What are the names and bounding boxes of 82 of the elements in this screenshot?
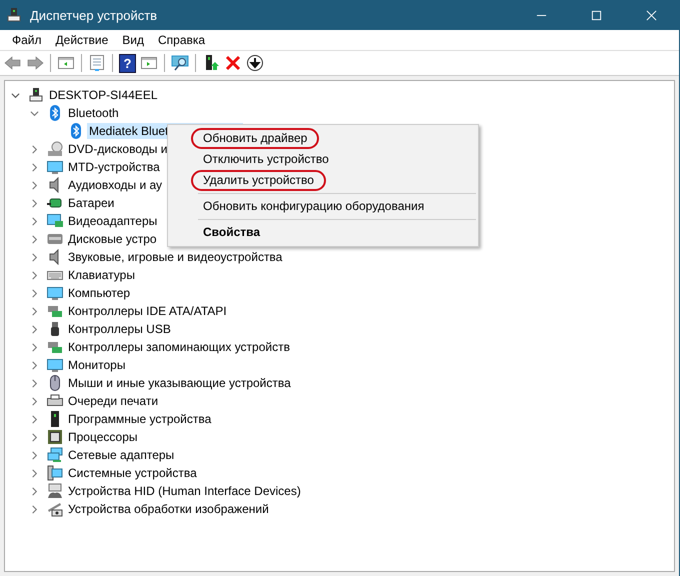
menu-item[interactable]: Свойства	[191, 222, 272, 243]
tree-item[interactable]: Компьютер	[66, 285, 132, 301]
disc-drive-icon	[47, 141, 63, 157]
expand-chevron-icon[interactable]	[30, 180, 39, 190]
expand-chevron-icon[interactable]	[30, 450, 39, 460]
expand-chevron-icon[interactable]	[30, 342, 39, 352]
tree-item[interactable]: Дисковые устро	[66, 231, 159, 247]
bluetooth-icon	[47, 105, 63, 121]
tree-item[interactable]: Bluetooth	[66, 105, 121, 121]
expand-chevron-icon[interactable]	[30, 324, 39, 334]
menu-item[interactable]: Отключить устройство	[191, 149, 341, 170]
app-icon	[6, 7, 22, 23]
expand-chevron-icon[interactable]	[30, 378, 39, 388]
tree-item[interactable]: DVD-дисководы и	[66, 141, 170, 157]
expand-chevron-icon[interactable]	[30, 306, 39, 316]
computer-icon	[28, 87, 44, 103]
expand-chevron-icon[interactable]	[30, 504, 39, 514]
tree-item[interactable]: MTD-устройства	[66, 159, 162, 175]
network-icon	[47, 447, 63, 463]
tree-item[interactable]: Контроллеры IDE ATA/ATAPI	[66, 303, 229, 319]
monitor-icon	[47, 357, 63, 373]
expand-chevron-icon[interactable]	[30, 288, 39, 298]
tree-item[interactable]: Видеоадаптеры	[66, 213, 160, 229]
mouse-icon	[47, 375, 63, 391]
expand-chevron-icon[interactable]	[30, 468, 39, 478]
expand-chevron-icon[interactable]	[30, 144, 39, 154]
remove-icon[interactable]	[224, 54, 242, 72]
expand-chevron-icon[interactable]	[30, 252, 39, 262]
tree-item[interactable]: Устройства обработки изображений	[66, 501, 271, 517]
help-button[interactable]: ?	[119, 54, 136, 72]
panel-icon[interactable]	[140, 54, 158, 72]
tree-item[interactable]: Системные устройства	[66, 465, 199, 481]
system-icon	[47, 465, 63, 481]
tree-item[interactable]: Аудиовходы и ау	[66, 177, 164, 193]
expand-chevron-icon[interactable]	[30, 414, 39, 424]
panel-icon[interactable]	[57, 54, 75, 72]
expand-chevron-icon[interactable]	[30, 162, 39, 172]
menu-item[interactable]: Справка	[151, 33, 212, 47]
expand-chevron-icon[interactable]	[30, 270, 39, 280]
tree-item[interactable]: Звуковые, игровые и видеоустройства	[66, 249, 284, 265]
tree-item[interactable]: Батареи	[66, 195, 116, 211]
menu-item[interactable]: Обновить драйвер	[191, 128, 320, 149]
tree-item[interactable]: Мониторы	[66, 357, 128, 373]
tree-item[interactable]: Программные устройства	[66, 411, 214, 427]
controller-card-icon	[47, 339, 63, 355]
menu-item[interactable]: Вид	[115, 33, 151, 47]
expand-chevron-icon[interactable]	[30, 234, 39, 244]
expand-chevron-icon[interactable]	[30, 432, 39, 442]
bluetooth-icon	[68, 123, 84, 139]
controller-card-icon	[47, 303, 63, 319]
tree-item[interactable]: DESKTOP-SI44EEL	[47, 87, 160, 103]
processor-icon	[47, 429, 63, 445]
download-icon[interactable]	[246, 54, 264, 72]
tree-item[interactable]: Мыши и иные указывающие устройства	[66, 375, 293, 391]
disk-drive-icon	[47, 231, 63, 247]
tree-item[interactable]: Клавиатуры	[66, 267, 137, 283]
tree-item[interactable]: Устройства HID (Human Interface Devices)	[66, 483, 303, 499]
tree-item[interactable]: Сетевые адаптеры	[66, 447, 176, 463]
monitor-icon	[47, 159, 63, 175]
tree-item[interactable]: Очереди печати	[66, 393, 160, 409]
menu-item[interactable]: Файл	[4, 33, 49, 47]
tree-item[interactable]: Контроллеры USB	[66, 321, 173, 337]
document-icon[interactable]	[88, 54, 106, 72]
monitor-magnifier-icon[interactable]	[171, 54, 189, 72]
expand-chevron-icon[interactable]	[30, 486, 39, 496]
expand-chevron-icon[interactable]	[30, 198, 39, 208]
menu-item[interactable]: Удалить устройство	[191, 170, 326, 191]
menu-item[interactable]: Действие	[48, 33, 116, 47]
video-card-icon	[47, 213, 63, 229]
printer-icon	[47, 393, 63, 409]
expand-chevron-icon[interactable]	[30, 216, 39, 226]
hid-icon	[47, 483, 63, 499]
camera-icon	[47, 501, 63, 517]
expand-chevron-icon[interactable]	[30, 108, 39, 118]
expand-chevron-icon[interactable]	[30, 360, 39, 370]
monitor-icon	[47, 285, 63, 301]
menu-item[interactable]: Обновить конфигурацию оборудования	[191, 196, 436, 217]
tree-item[interactable]: Контроллеры запоминающих устройств	[66, 339, 292, 355]
expand-chevron-icon[interactable]	[11, 90, 20, 100]
window-title: Диспетчер устройств	[30, 8, 158, 22]
tree-item[interactable]: Процессоры	[66, 429, 140, 445]
expand-chevron-icon[interactable]	[30, 396, 39, 406]
